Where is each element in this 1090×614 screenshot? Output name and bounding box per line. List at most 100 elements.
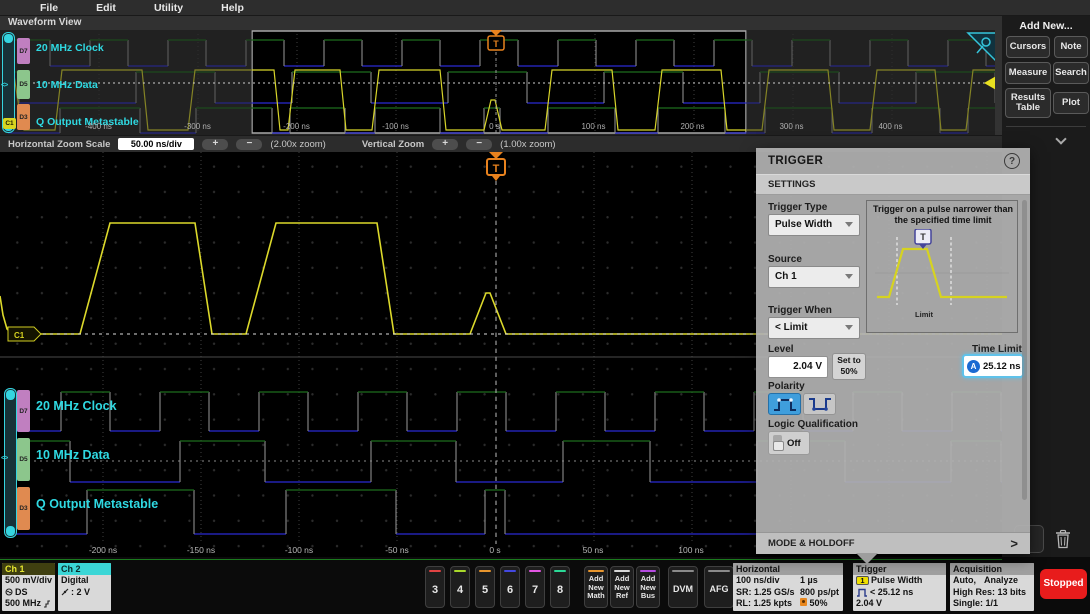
waveform-view-tab[interactable]: Waveform View <box>0 16 1002 30</box>
chevron-down-icon <box>845 325 853 330</box>
main-tick-label: 0 s <box>489 545 501 555</box>
negative-pulse-icon <box>808 398 831 411</box>
trigger-when-select[interactable]: < Limit <box>768 317 860 339</box>
horizontal-badge-title: Horizontal <box>733 563 843 575</box>
waveform-overview[interactable]: T <> D7 D5 D3 20 MHz Clock 10 MHz Data Q… <box>0 30 1002 135</box>
logic-qualification-toggle[interactable]: Off <box>768 431 810 455</box>
channel-5-button[interactable]: 5 <box>475 566 495 608</box>
cursors-button[interactable]: Cursors <box>1006 36 1050 58</box>
diagram-trigger-marker-icon: T <box>914 229 932 249</box>
acquisition-badge[interactable]: Acquisition Auto, Analyze High Res: 13 b… <box>950 563 1034 611</box>
level-input[interactable]: 2.04 V <box>768 356 828 378</box>
trigger-type-select[interactable]: Pulse Width <box>768 214 860 236</box>
bus-expand-icon[interactable]: <> <box>1 82 8 89</box>
bus-expand-icon[interactable]: <> <box>1 455 8 462</box>
source-select[interactable]: Ch 1 <box>768 266 860 288</box>
menu-item[interactable]: Utility <box>154 2 183 14</box>
run-stop-status-button[interactable]: Stopped <box>1040 569 1087 599</box>
overview-tick-label: -200 ns <box>283 122 310 131</box>
channel-3-button[interactable]: 3 <box>425 566 445 608</box>
menu-item[interactable]: File <box>40 2 58 14</box>
plot-button[interactable]: Plot <box>1053 92 1089 114</box>
channel-4-button[interactable]: 4 <box>450 566 470 608</box>
chevron-right-icon: > <box>1010 536 1018 551</box>
tab-settings[interactable]: SETTINGS <box>756 174 1030 195</box>
note-button[interactable]: Note <box>1054 36 1088 58</box>
digital-chip-d5[interactable]: D5 <box>17 438 30 481</box>
trash-button[interactable] <box>1048 524 1078 553</box>
set-to-50-button[interactable]: Set to 50% <box>832 353 866 380</box>
pulse-width-icon <box>857 588 867 597</box>
v-zoom-minus-button[interactable]: − <box>466 138 493 150</box>
set-to-line1: Set to <box>837 355 861 365</box>
search-button[interactable]: Search <box>1053 62 1089 84</box>
polarity-negative-button[interactable] <box>803 393 836 415</box>
trigger-level-text: 2.04 V <box>856 598 883 608</box>
digital-channels-handle[interactable] <box>4 388 17 538</box>
mode-holdoff-bar[interactable]: MODE & HOLDOFF > <box>756 532 1030 554</box>
ch2-badge-title: Ch 2 <box>58 563 111 575</box>
h-zoom-scale-input[interactable]: 50.00 ns/div <box>118 138 195 150</box>
channel-6-button[interactable]: 6 <box>500 566 520 608</box>
main-tick-label: -100 ns <box>284 545 314 555</box>
digital-chip-d3[interactable]: D3 <box>17 487 30 530</box>
acq-mode: Auto, <box>953 575 976 585</box>
channel-7-button[interactable]: 7 <box>525 566 545 608</box>
h-zoom-plus-button[interactable]: + <box>202 138 229 150</box>
add-new-ref-button[interactable]: Add New Ref <box>610 566 634 608</box>
positive-pulse-icon <box>773 398 796 411</box>
overview-chip-d5[interactable]: D5 <box>17 70 30 99</box>
digital-channel-label: 10 MHz Data <box>36 448 110 462</box>
panel-scrollbar[interactable] <box>1022 200 1027 500</box>
trigger-panel: TRIGGER ? SETTINGS Trigger Type Pulse Wi… <box>756 148 1030 554</box>
trigger-type-label: Trigger Type <box>768 202 828 213</box>
time-limit-value: 25.12 ns <box>983 360 1021 372</box>
ch1-bandwidth: 500 MHz <box>2 598 55 610</box>
source-label: Source <box>768 254 802 265</box>
horizontal-badge[interactable]: Horizontal 100 ns/div 1 µs SR: 1.25 GS/s… <box>733 563 843 611</box>
add-new-math-button[interactable]: Add New Math <box>584 566 608 608</box>
overview-channel-label: 10 MHz Data <box>36 79 98 91</box>
h-position: 50% <box>800 598 840 610</box>
ch1-badge[interactable]: Ch 1 500 mV/div DS 500 MHz <box>2 563 55 611</box>
level-label: Level <box>768 344 794 355</box>
overview-tick-label: 100 ns <box>581 122 606 131</box>
overview-chip-d3[interactable]: D3 <box>17 104 30 130</box>
ch2-badge[interactable]: Ch 2 Digital : 2 V <box>58 563 111 611</box>
menu-item[interactable]: Edit <box>96 2 116 14</box>
trigger-source-chip: 1 <box>856 576 869 586</box>
h-zoom-minus-button[interactable]: − <box>236 138 263 150</box>
add-new-bus-button[interactable]: Add New Bus <box>636 566 660 608</box>
measure-button[interactable]: Measure <box>1005 62 1051 84</box>
afg-button[interactable]: AFG <box>704 566 734 608</box>
trigger-badge[interactable]: Trigger 1 Pulse Width < 25.12 ns 2.04 V <box>853 563 946 611</box>
overview-chip-d7[interactable]: D7 <box>17 38 30 64</box>
acquisition-badge-title: Acquisition <box>950 563 1034 575</box>
v-zoom-plus-button[interactable]: + <box>432 138 459 150</box>
polarity-label: Polarity <box>768 381 805 392</box>
digital-chip-d7[interactable]: D7 <box>17 390 30 432</box>
overview-ch1-marker[interactable]: C1 <box>3 118 16 129</box>
h-window: 1 µs <box>800 575 818 585</box>
trigger-when-label: Trigger When <box>768 305 832 316</box>
time-limit-input[interactable]: A 25.12 ns <box>962 354 1024 378</box>
overview-scrollbar[interactable] <box>995 30 1002 135</box>
collapse-chevron-icon[interactable] <box>1056 134 1065 143</box>
help-icon[interactable]: ? <box>1004 153 1020 169</box>
trigger-hint-diagram: Trigger on a pulse narrower than the spe… <box>866 200 1018 333</box>
results-table-button[interactable]: Results Table <box>1005 88 1051 118</box>
polarity-positive-button[interactable] <box>768 393 801 415</box>
channel-8-button[interactable]: 8 <box>550 566 570 608</box>
trigger-limit-text: < 25.12 ns <box>870 586 914 597</box>
ch1-ground-marker[interactable]: C1 <box>7 326 42 342</box>
overview-time-axis: -400 ns -300 ns -200 ns -100 ns 0 s 100 ns 200… <box>49 122 940 131</box>
chevron-down-icon <box>845 274 853 279</box>
trigger-hint-text: Trigger on a pulse narrower than the spe… <box>872 204 1014 225</box>
h-scale: 100 ns/div <box>736 575 780 585</box>
svg-text:T: T <box>920 232 926 242</box>
h-resolution: 800 ps/pt <box>800 586 840 597</box>
menu-item[interactable]: Help <box>221 2 244 14</box>
logic-qualification-value: Off <box>787 437 801 449</box>
dvm-button[interactable]: DVM <box>668 566 698 608</box>
main-tick-label: -50 ns <box>385 545 409 555</box>
